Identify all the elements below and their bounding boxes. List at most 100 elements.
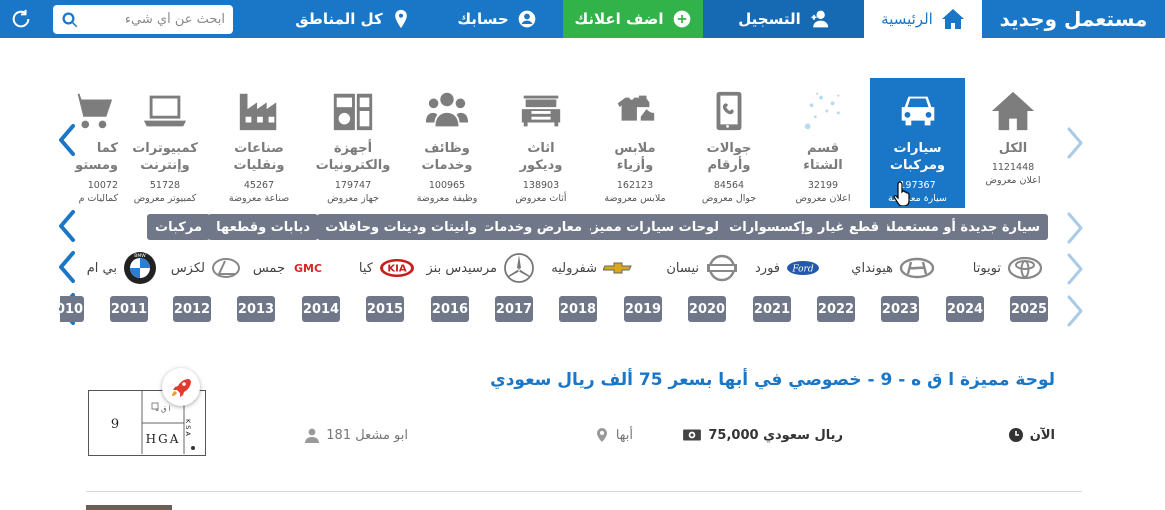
years-row: 2025 2024 2023 2022 2021 2020 2019 2018 …: [60, 296, 1050, 324]
chip-showrooms[interactable]: معارض وخدمات: [473, 214, 590, 240]
year-chip[interactable]: 2015: [366, 296, 404, 322]
plate-letters: HGA: [146, 432, 181, 446]
category-count: 1121448: [991, 162, 1035, 173]
chevron-right-icon: [1067, 127, 1083, 159]
years-next-arrow[interactable]: [1064, 293, 1086, 329]
year-chip[interactable]: 2023: [881, 296, 919, 322]
category-computers[interactable]: كمبيوترات وإنترنت 51728 كمبيوتر معروض: [118, 78, 212, 208]
phone-icon: [716, 91, 742, 131]
refresh-button[interactable]: [10, 8, 32, 30]
category-name: كما: [96, 141, 118, 156]
chip-new-used[interactable]: سيارة جديدة أو مستعملة: [874, 214, 1048, 240]
category-count: 10072: [87, 180, 118, 191]
add-ad-button[interactable]: اضف اعلانك: [563, 0, 703, 38]
category-name: كمبيوترات: [132, 141, 198, 156]
category-count: 179747: [334, 180, 372, 191]
brand-ford[interactable]: فورد Ford: [755, 250, 820, 286]
category-name: وظائف: [424, 141, 470, 156]
brand-name: هيونداي: [851, 260, 893, 276]
map-pin-icon: [596, 428, 607, 442]
next-listing-thumbnail[interactable]: [86, 505, 172, 510]
listing-city-text: أبها: [615, 427, 633, 443]
year-chip[interactable]: 2013: [237, 296, 275, 322]
category-sub: سيارة معروضة: [888, 193, 947, 204]
year-chip[interactable]: 2018: [559, 296, 597, 322]
search-icon[interactable]: [61, 11, 79, 29]
chevron-right-icon: [1067, 295, 1083, 327]
site-logo[interactable]: مستعمل وجديد: [982, 0, 1165, 38]
year-chip[interactable]: 2024: [946, 296, 984, 322]
category-name: ملابس: [614, 141, 656, 156]
category-name-2: وديكور: [519, 158, 563, 173]
nav-regions[interactable]: كل المناطق: [293, 0, 413, 38]
year-chip[interactable]: 2011: [110, 296, 148, 322]
brand-name: لكزس: [170, 260, 205, 276]
search-input[interactable]: [95, 12, 225, 27]
brand-lexus[interactable]: لكزس: [171, 250, 241, 286]
chip-plates[interactable]: لوحات سيارات مميزة: [575, 214, 727, 240]
chip-vehicles[interactable]: مركبات: [147, 214, 210, 240]
plus-circle-icon: [673, 10, 690, 28]
category-sub: اعلان معروض: [985, 175, 1041, 186]
nav-account[interactable]: حسابك: [437, 0, 557, 38]
year-chip[interactable]: 2025: [1010, 296, 1048, 322]
svg-text:GMC: GMC: [294, 262, 322, 275]
category-clothes[interactable]: ملابس وأزياء 162123 ملابس معروضة: [588, 78, 682, 208]
year-chip[interactable]: 2016: [431, 296, 469, 322]
year-chip[interactable]: 2019: [624, 296, 662, 322]
brand-hyundai[interactable]: هيونداي: [851, 250, 935, 286]
category-cars[interactable]: سيارات ومركبات 197367 سيارة معروضة: [870, 78, 965, 208]
category-name: جوالات: [706, 141, 752, 156]
category-sub: صناعة معروضة: [228, 193, 290, 204]
brand-name: شفروليه: [551, 260, 597, 276]
brands-row: تويوتا هيونداي فورد Ford نيسان شفروليه م…: [60, 250, 1045, 286]
listing-city[interactable]: أبها: [594, 425, 633, 445]
chip-pickups[interactable]: وانيتات ودينات وحافلات: [317, 214, 485, 240]
year-chip[interactable]: 2022: [817, 296, 855, 322]
listing-seller[interactable]: ابو مشعل 181: [304, 425, 408, 445]
nav-regions-label: كل المناطق: [295, 10, 383, 28]
chip-motorcycles[interactable]: دبابات وقطعها: [208, 214, 318, 240]
home-icon: [991, 91, 1035, 131]
bmw-logo-icon: BMW: [124, 252, 156, 284]
categories-next-arrow[interactable]: [1064, 125, 1086, 161]
category-jobs[interactable]: وظائف وخدمات 100965 وظيفة معروضة: [400, 78, 494, 208]
brand-mercedes[interactable]: مرسيدس بنز: [427, 250, 536, 286]
brand-kia[interactable]: كيا KIA: [359, 250, 415, 286]
rocket-icon: [172, 379, 191, 397]
brands-next-arrow[interactable]: [1064, 251, 1086, 287]
category-count: 51728: [149, 180, 181, 191]
chips-next-arrow[interactable]: [1064, 210, 1086, 246]
year-chip[interactable]: 2020: [688, 296, 726, 322]
category-furniture[interactable]: اثاث وديكور 138903 أثاث معروض: [494, 78, 588, 208]
brand-nissan[interactable]: نيسان: [666, 250, 739, 286]
brand-gmc[interactable]: جمس GMC: [253, 250, 325, 286]
listing-seller-text: ابو مشعل 181: [326, 427, 408, 443]
listing-divider: [86, 491, 1082, 492]
nav-register[interactable]: التسجيل: [703, 0, 864, 38]
year-chip[interactable]: 2012: [173, 296, 211, 322]
category-all[interactable]: الكل 1121448 اعلان معروض: [966, 78, 1060, 208]
chip-spare-parts[interactable]: قطع غيار وإكسسوارات: [721, 214, 887, 240]
category-name: صناعات: [234, 141, 284, 156]
year-chip[interactable]: 2010: [60, 296, 84, 322]
category-winter[interactable]: قسم الشتاء 32199 اعلان معروض: [776, 78, 870, 208]
category-electronics[interactable]: أجهزة والكترونيات 179747 جهاز معروض: [306, 78, 400, 208]
nav-home[interactable]: الرئيسية: [864, 0, 982, 38]
brand-chevrolet[interactable]: شفروليه: [551, 250, 633, 286]
category-name: سيارات: [893, 141, 942, 156]
subcategory-chips: سيارة جديدة أو مستعملة قطع غيار وإكسسوار…: [60, 212, 1050, 242]
category-name: قسم: [807, 141, 839, 156]
category-accessories[interactable]: كما ومستو 10072 كماليات م: [60, 78, 118, 208]
category-count: 45267: [243, 180, 275, 191]
brand-bmw[interactable]: بي ام BMW: [87, 250, 157, 286]
hyundai-logo-icon: [899, 257, 935, 279]
year-chip[interactable]: 2021: [753, 296, 791, 322]
category-mobiles[interactable]: جوالات وأرقام 84564 جوال معروض: [682, 78, 776, 208]
year-chip[interactable]: 2017: [495, 296, 533, 322]
brand-name: جمس: [252, 260, 285, 276]
year-chip[interactable]: 2014: [302, 296, 340, 322]
brand-toyota[interactable]: تويوتا: [973, 250, 1043, 286]
category-industries[interactable]: صناعات ونقليات 45267 صناعة معروضة: [212, 78, 306, 208]
listing-title[interactable]: لوحة مميزة ا ق ه - 9 - خصوصي في أبها بسع…: [490, 370, 1055, 390]
